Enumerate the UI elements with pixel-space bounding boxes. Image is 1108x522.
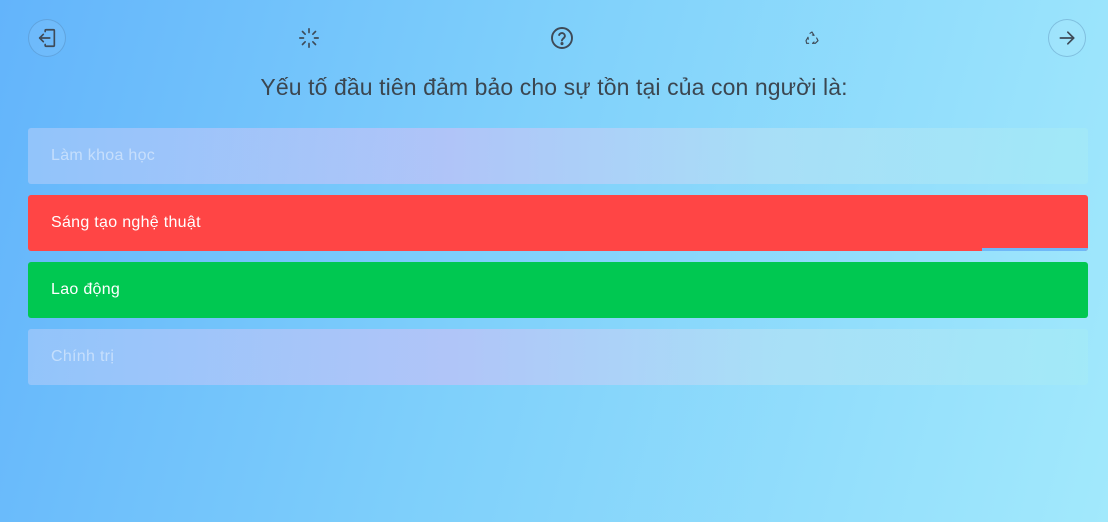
question-circle-icon [550,26,574,50]
answer-option-4[interactable]: Chính trị [28,329,1088,385]
recycle-icon [804,30,820,46]
answer-highlight-strip [982,248,1088,251]
loading-button[interactable] [297,26,321,50]
exit-icon [36,27,58,49]
arrow-right-icon [1057,28,1077,48]
question-text: Yếu tố đầu tiên đảm bảo cho sự tồn tại c… [260,74,848,100]
exit-button[interactable] [28,19,66,57]
answer-option-1[interactable]: Làm khoa học [28,128,1088,184]
answer-option-3-correct[interactable]: Lao động [28,262,1088,318]
answer-label: Chính trị [51,348,115,365]
next-button[interactable] [1048,19,1086,57]
answer-option-2-wrong[interactable]: Sáng tạo nghệ thuật [28,195,1088,251]
recycle-button[interactable] [800,26,824,50]
help-button[interactable] [550,26,574,50]
top-toolbar [0,0,1108,78]
answer-label: Làm khoa học [51,147,156,164]
answer-label: Sáng tạo nghệ thuật [51,214,201,231]
loading-spinner-icon [298,27,320,49]
answer-label: Lao động [51,281,121,298]
